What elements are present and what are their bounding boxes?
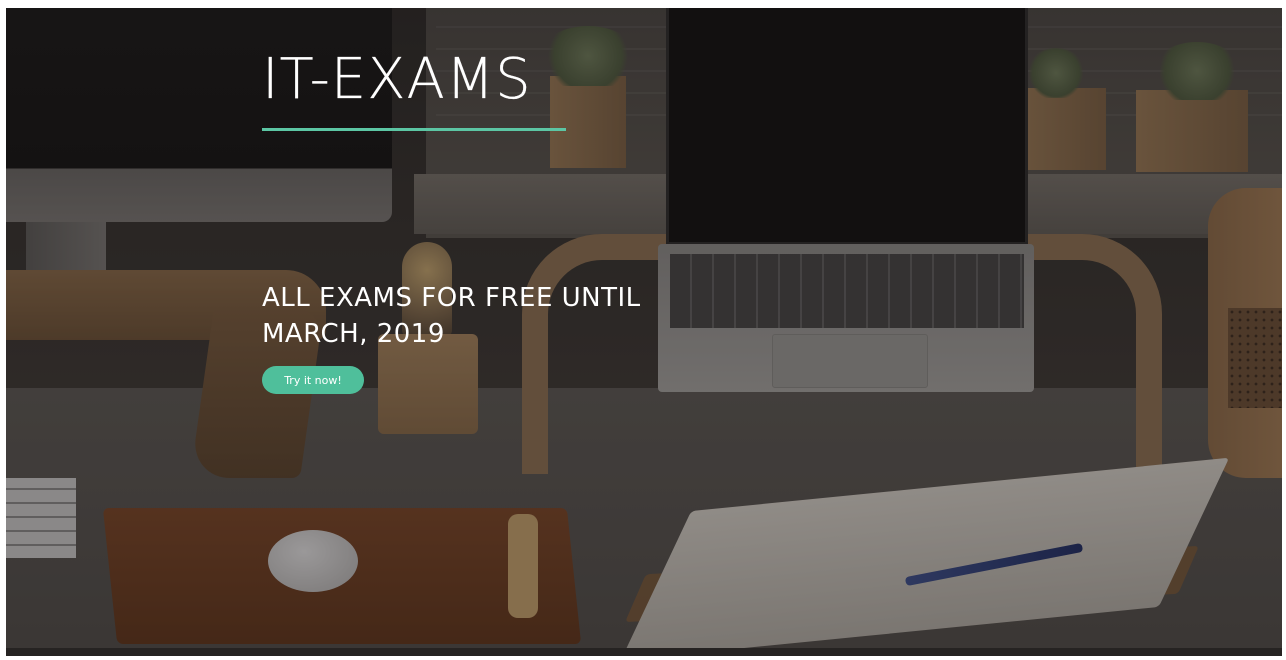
hero-headline: ALL EXAMS FOR FREE UNTIL MARCH, 2019 [262,283,641,349]
brand-title: IT-EXAMS [262,47,532,112]
try-it-now-button[interactable]: Try it now! [262,366,364,394]
hero-section: IT-EXAMS ALL EXAMS FOR FREE UNTIL MARCH,… [6,8,1282,656]
brand-underline [262,128,566,131]
